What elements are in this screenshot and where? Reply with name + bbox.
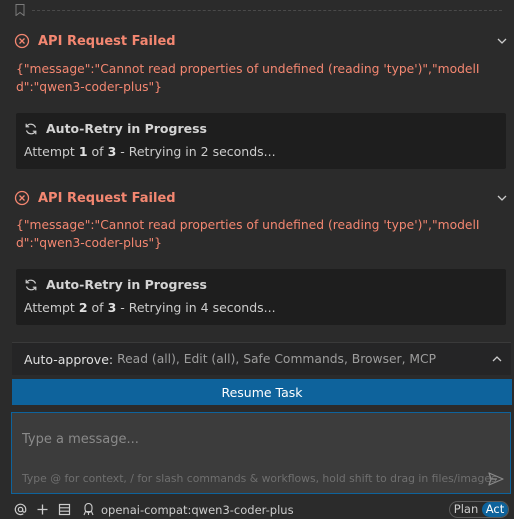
refresh-icon [25,123,37,134]
message-input[interactable] [12,413,472,453]
resume-task-button[interactable]: Resume Task [12,379,512,405]
error-header[interactable]: API Request Failed [14,30,508,52]
error-circle-x-icon [14,33,30,49]
send-icon[interactable] [488,472,504,486]
auto-approve-items: Read (all), Edit (all), Safe Commands, B… [117,352,437,366]
chevron-down-icon[interactable] [496,35,508,47]
auto-approve-bar[interactable]: Auto-approve: Read (all), Edit (all), Sa… [12,342,511,375]
retry-attempt-line: Attempt 2 of 3 - Retrying in 4 seconds..… [24,300,276,315]
bottom-toolbar: openai-compat:qwen3-coder-plus Plan Act [0,500,514,519]
error-title: API Request Failed [38,190,176,206]
plan-act-toggle[interactable]: Plan Act [449,501,509,518]
model-selector[interactable]: openai-compat:qwen3-coder-plus [101,503,294,517]
top-strip [0,0,514,20]
attempt-current: 1 [78,144,88,159]
error-header[interactable]: API Request Failed [14,187,508,209]
attempt-total: 3 [107,300,117,315]
error-circle-x-icon [14,190,30,206]
retry-title: Auto-Retry in Progress [24,121,207,136]
chevron-up-icon[interactable] [491,353,503,365]
attempt-suffix: - Retrying in 4 seconds... [120,300,276,315]
attempt-of: of [91,300,104,315]
server-icon[interactable] [58,503,71,516]
retry-attempt-line: Attempt 1 of 3 - Retrying in 2 seconds..… [24,144,276,159]
attempt-total: 3 [107,144,117,159]
chat-input-box[interactable]: Type @ for context, / for slash commands… [11,412,511,494]
retry-status-box: Auto-Retry in Progress Attempt 2 of 3 - … [16,269,506,325]
attempt-prefix: Attempt [24,300,75,315]
chevron-down-icon[interactable] [496,192,508,204]
divider [32,10,502,11]
retry-title-text: Auto-Retry in Progress [46,121,207,136]
attempt-prefix: Attempt [24,144,75,159]
input-hint: Type @ for context, / for slash commands… [22,472,497,485]
error-message: {"message":"Cannot read properties of un… [16,62,480,94]
mode-act[interactable]: Act [482,502,508,517]
at-icon[interactable] [14,503,27,516]
attempt-current: 2 [78,300,88,315]
error-message: {"message":"Cannot read properties of un… [16,218,480,250]
error-title: API Request Failed [38,33,176,49]
bookmark-icon[interactable] [15,4,25,16]
retry-title: Auto-Retry in Progress [24,277,207,292]
auto-approve-label: Auto-approve: [24,351,114,367]
retry-status-box: Auto-Retry in Progress Attempt 1 of 3 - … [16,113,506,169]
mode-plan[interactable]: Plan [450,502,482,517]
plus-icon[interactable] [36,503,49,516]
model-icon[interactable] [82,503,95,516]
attempt-of: of [91,144,104,159]
retry-title-text: Auto-Retry in Progress [46,277,207,292]
chat-panel: API Request Failed {"message":"Cannot re… [0,0,514,519]
refresh-icon [25,279,37,290]
attempt-suffix: - Retrying in 2 seconds... [120,144,276,159]
